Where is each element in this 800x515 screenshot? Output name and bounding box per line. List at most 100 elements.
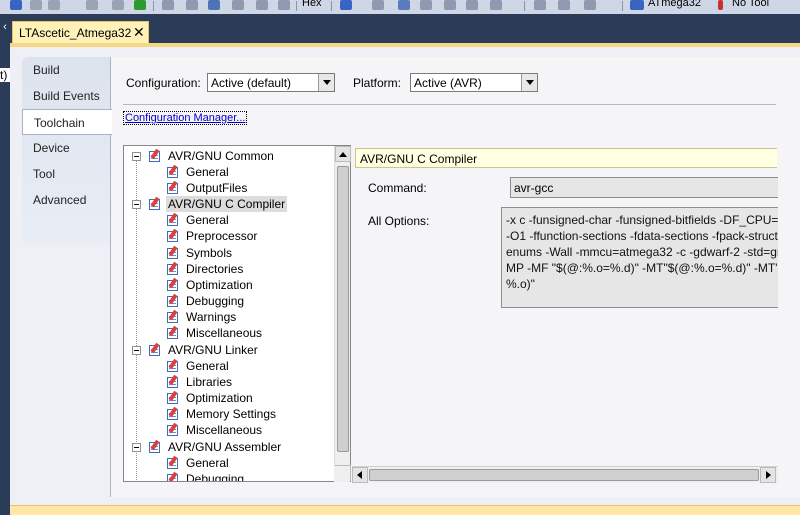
toolbar-button-icon[interactable] — [558, 0, 570, 10]
scroll-right-icon[interactable] — [760, 467, 776, 483]
toolbar-separator — [622, 1, 623, 11]
tree-item-label: General — [186, 456, 229, 470]
toolbar-separator — [296, 1, 297, 11]
settings-page-icon — [166, 180, 181, 195]
settings-page-icon — [148, 342, 163, 357]
toolbar-button-icon[interactable] — [466, 0, 478, 10]
toolbar-button-icon[interactable] — [112, 0, 124, 10]
nav-item-toolchain[interactable]: Toolchain — [22, 109, 112, 135]
chevron-left-icon[interactable]: ‹ — [0, 20, 10, 34]
toolbar-separator — [153, 1, 154, 11]
settings-page-icon — [166, 164, 181, 179]
collapse-icon[interactable] — [132, 200, 141, 209]
scroll-thumb[interactable] — [337, 166, 349, 452]
properties-horizontal-scrollbar[interactable] — [352, 466, 778, 483]
play-icon[interactable] — [134, 0, 146, 10]
toolbar-button-icon[interactable] — [48, 0, 60, 10]
platform-value: Active (AVR) — [414, 76, 482, 90]
tree-item-label: Memory Settings — [186, 407, 277, 421]
nav-item-build[interactable]: Build — [22, 57, 110, 83]
settings-page-icon — [148, 148, 163, 163]
nav-item-label: Build — [33, 63, 60, 77]
toolbar-button-icon[interactable] — [232, 0, 244, 10]
tree-item-label: Debugging — [186, 472, 245, 482]
tree-item-label: Optimization — [186, 391, 253, 405]
hex-toggle[interactable]: Hex — [302, 0, 322, 9]
tree-group-label: AVR/GNU Assembler — [168, 440, 282, 454]
toolbar-button-icon[interactable] — [584, 0, 596, 10]
divider — [123, 104, 776, 105]
scroll-up-icon[interactable] — [335, 146, 351, 162]
settings-page-icon — [166, 325, 181, 340]
nav-item-device[interactable]: Device — [22, 135, 110, 161]
settings-page-icon — [166, 245, 181, 260]
configuration-label: Configuration: — [126, 76, 201, 90]
toolbar-separator — [524, 1, 525, 11]
tree-item-label: Libraries — [186, 375, 233, 389]
all-options-field[interactable]: -x c -funsigned-char -funsigned-bitfield… — [501, 207, 778, 308]
nav-item-build-events[interactable]: Build Events — [22, 83, 110, 109]
collapse-icon[interactable] — [132, 152, 141, 161]
settings-page-icon — [166, 374, 181, 389]
platform-select[interactable]: Active (AVR) — [410, 73, 538, 92]
toolbar-button-icon[interactable] — [208, 0, 220, 10]
tree-item-label: General — [186, 359, 229, 373]
configuration-manager-link[interactable]: Configuration Manager... — [123, 111, 248, 125]
toolbar-button-icon[interactable] — [86, 0, 98, 10]
settings-page-icon — [166, 406, 181, 421]
device-selector[interactable]: ATmega32 — [648, 0, 701, 9]
nav-item-label: Build Events — [33, 89, 100, 103]
all-options-line: enums -Wall -mmcu=atmega32 -c -gdwarf-2 … — [506, 245, 778, 259]
settings-page-icon — [148, 439, 163, 454]
toolbar-button-icon[interactable] — [398, 0, 410, 10]
close-icon[interactable]: ✕ — [133, 23, 145, 41]
toolbar-button-icon[interactable] — [162, 0, 174, 10]
platform-label: Platform: — [353, 76, 402, 90]
toolbar-button-icon[interactable] — [256, 0, 268, 10]
nav-item-label: Device — [33, 141, 70, 155]
scrollbar-corner — [334, 466, 350, 482]
nav-item-tool[interactable]: Tool — [22, 161, 110, 187]
all-options-line: -O1 -ffunction-sections -fdata-sections … — [506, 229, 778, 243]
toolbar-button-icon[interactable] — [278, 0, 290, 10]
settings-page-icon — [166, 293, 181, 308]
settings-page-icon — [166, 390, 181, 405]
toolbar-button-icon[interactable] — [340, 0, 352, 10]
command-field[interactable]: avr-gcc — [510, 177, 778, 198]
toolbar-button-icon[interactable] — [10, 0, 22, 10]
command-value: avr-gcc — [514, 181, 554, 195]
settings-page-icon — [166, 358, 181, 373]
tree-item-label: Warnings — [186, 310, 237, 324]
toolbar-button-icon[interactable] — [372, 0, 384, 10]
tool-selector[interactable]: No Tool — [732, 0, 769, 9]
tree-item-label: Directories — [186, 262, 244, 276]
document-tab[interactable]: LTAscetic_Atmega32 ✕ — [12, 21, 149, 43]
chevron-down-icon[interactable] — [318, 74, 334, 91]
chevron-down-icon[interactable] — [521, 74, 537, 91]
collapse-icon[interactable] — [132, 443, 141, 452]
scroll-thumb[interactable] — [369, 469, 759, 481]
tree-item-label: OutputFiles — [186, 181, 248, 195]
nav-item-label: Tool — [33, 167, 56, 181]
tree-item-label: Miscellaneous — [186, 423, 263, 437]
tree-vertical-scrollbar[interactable] — [334, 146, 351, 481]
toolbar-button-icon[interactable] — [186, 0, 198, 10]
command-label: Command: — [368, 181, 427, 195]
nav-item-advanced[interactable]: Advanced — [22, 187, 110, 213]
scroll-left-icon[interactable] — [352, 467, 368, 483]
toolbar-button-icon[interactable] — [534, 0, 546, 10]
toolbar-button-icon[interactable] — [30, 0, 42, 10]
settings-page-icon — [166, 422, 181, 437]
toolbar-button-icon[interactable] — [420, 0, 432, 10]
toolbar: Hex ATmega32 No Tool — [0, 0, 800, 14]
toolbar-button-icon[interactable] — [444, 0, 456, 10]
tree-item-label: Debugging — [186, 294, 245, 308]
document-tab-label: LTAscetic_Atmega32 — [19, 26, 132, 40]
settings-page-icon — [166, 261, 181, 276]
toolbar-button-icon[interactable] — [490, 0, 502, 10]
nav-item-label: Toolchain — [34, 116, 85, 130]
configuration-select[interactable]: Active (default) — [207, 73, 335, 92]
tree-group-label: AVR/GNU C Compiler — [166, 196, 288, 212]
tree-item-label: Miscellaneous — [186, 326, 263, 340]
collapse-icon[interactable] — [132, 346, 141, 355]
